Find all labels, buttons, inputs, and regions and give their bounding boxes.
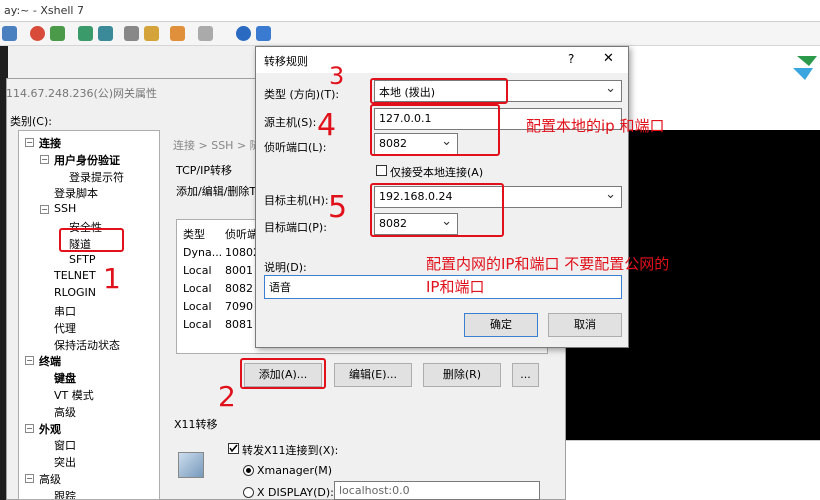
local-only-checkbox[interactable] (376, 165, 387, 176)
xdisplay-label: X DISPLAY(D): (257, 486, 334, 499)
target-host-label: 目标主机(H): (264, 194, 329, 207)
tunnel-highlight-box (59, 228, 124, 252)
tree-item[interactable]: 代理 (54, 320, 76, 336)
tree-expander-icon[interactable]: − (25, 138, 34, 147)
step-5-annotation: 5 (328, 190, 348, 225)
tree-item[interactable]: 突出 (54, 454, 76, 470)
target-port-label: 目标端口(P): (264, 221, 327, 234)
x11-icon (178, 452, 204, 478)
tcpip-description: 添加/编辑/删除T (176, 185, 257, 198)
tree-item[interactable]: SFTP (69, 253, 95, 266)
tree-item[interactable]: TELNET (54, 269, 96, 282)
status-area (565, 440, 820, 500)
dialog-title: 转移规则 (264, 55, 308, 68)
tree-item[interactable]: 跟踪 (54, 488, 76, 499)
list-header-listen[interactable]: 侦听端 (225, 226, 258, 242)
help-icon[interactable] (236, 26, 251, 41)
target-highlight-box (370, 183, 504, 237)
info-icon[interactable] (256, 26, 271, 41)
tree-expander-icon[interactable]: − (40, 154, 49, 164)
intranet-note-line1: 配置内网的IP和端口 不要配置公网的 (426, 255, 670, 273)
xdisplay-radio[interactable] (243, 487, 254, 498)
step-1-annotation: 1 (103, 262, 121, 295)
step-2-annotation: 2 (218, 380, 236, 413)
cancel-button[interactable]: 取消 (548, 313, 622, 337)
main-toolbar (0, 22, 820, 46)
x11-forward-checkbox[interactable] (228, 443, 239, 454)
tree-expander-icon[interactable]: − (25, 474, 34, 483)
tree-item[interactable]: 高级 (39, 471, 61, 487)
tree-expander-icon[interactable]: − (25, 356, 34, 366)
more-button[interactable]: ... (512, 363, 539, 387)
help-button[interactable]: ? (568, 52, 574, 66)
breadcrumb: 连接 > SSH > 隧 (173, 139, 261, 152)
local-only-label: 仅接受本地连接(A) (390, 166, 484, 179)
xdisplay-input[interactable]: localhost:0.0 (334, 481, 540, 500)
reconnect-icon[interactable] (50, 26, 65, 41)
delete-button[interactable]: 删除(R) (423, 363, 501, 387)
tree-item[interactable]: 高级 (54, 404, 76, 420)
fullscreen-icon[interactable] (78, 26, 93, 41)
description-label: 说明(D): (264, 261, 307, 274)
new-session-icon[interactable] (2, 26, 17, 41)
tree-item[interactable]: 串口 (54, 303, 76, 319)
xmanager-label: Xmanager(M) (257, 464, 333, 477)
tcpip-section-label: TCP/IP转移 (176, 164, 232, 177)
window-titlebar: ay:~ - Xshell 7 (0, 0, 820, 22)
properties-title: 114.67.248.236(公)网关属性 (6, 87, 158, 100)
xshell-logo-icon (793, 56, 817, 80)
type-label: 类型 (方向)(T): (264, 88, 340, 101)
intranet-note-line2: IP和端口 (426, 278, 485, 296)
transfer-icon[interactable] (98, 26, 113, 41)
list-header-type[interactable]: 类型 (183, 226, 205, 242)
category-tree[interactable]: − 连接 − 用户身份验证 登录提示符 登录脚本 − SSH 安全性 隧道 SFTP TELNET RL… (18, 130, 160, 500)
tree-expander-icon[interactable]: − (25, 423, 34, 433)
edit-button[interactable]: 编辑(E)... (334, 363, 412, 387)
tree-item[interactable]: 登录提示符 (69, 169, 124, 185)
connect-icon[interactable] (30, 26, 45, 41)
layout-icon[interactable] (198, 26, 213, 41)
tree-item[interactable]: 键盘 (54, 370, 76, 386)
highlight-icon[interactable] (144, 26, 159, 41)
tree-item[interactable]: 登录脚本 (54, 185, 98, 201)
tree-item[interactable]: 保持活动状态 (54, 337, 120, 353)
plugin-icon[interactable] (170, 26, 185, 41)
tree-item[interactable]: SSH (54, 202, 76, 215)
tree-item[interactable]: 用户身份验证 (54, 152, 120, 168)
step-3-annotation: 3 (329, 62, 345, 90)
x11-forward-label: 转发X11连接到(X): (242, 444, 339, 457)
local-ip-note: 配置本地的ip 和端口 (526, 117, 665, 135)
tree-item[interactable]: 终端 (39, 353, 61, 369)
tree-item[interactable]: VT 模式 (54, 387, 94, 403)
tree-item[interactable]: 外观 (39, 421, 61, 437)
ok-button[interactable]: 确定 (464, 313, 538, 337)
x11-section-label: X11转移 (174, 418, 218, 431)
tree-item[interactable]: 窗口 (54, 437, 76, 453)
step-4-annotation: 4 (317, 108, 337, 143)
tree-item[interactable]: 连接 (39, 135, 61, 151)
xmanager-radio[interactable] (243, 465, 254, 476)
keyboard-icon[interactable] (124, 26, 139, 41)
dialog-titlebar: 转移规则 ? ✕ (256, 47, 628, 73)
category-label: 类别(C): (10, 115, 52, 128)
type-highlight-box (370, 78, 508, 104)
source-highlight-box (370, 104, 500, 156)
add-highlight-box (240, 358, 326, 389)
window-title: ay:~ - Xshell 7 (4, 4, 84, 17)
tree-expander-icon[interactable]: − (40, 205, 49, 215)
tree-item[interactable]: RLOGIN (54, 286, 96, 299)
source-host-label: 源主机(S): (264, 116, 317, 129)
close-icon[interactable]: ✕ (603, 51, 614, 66)
